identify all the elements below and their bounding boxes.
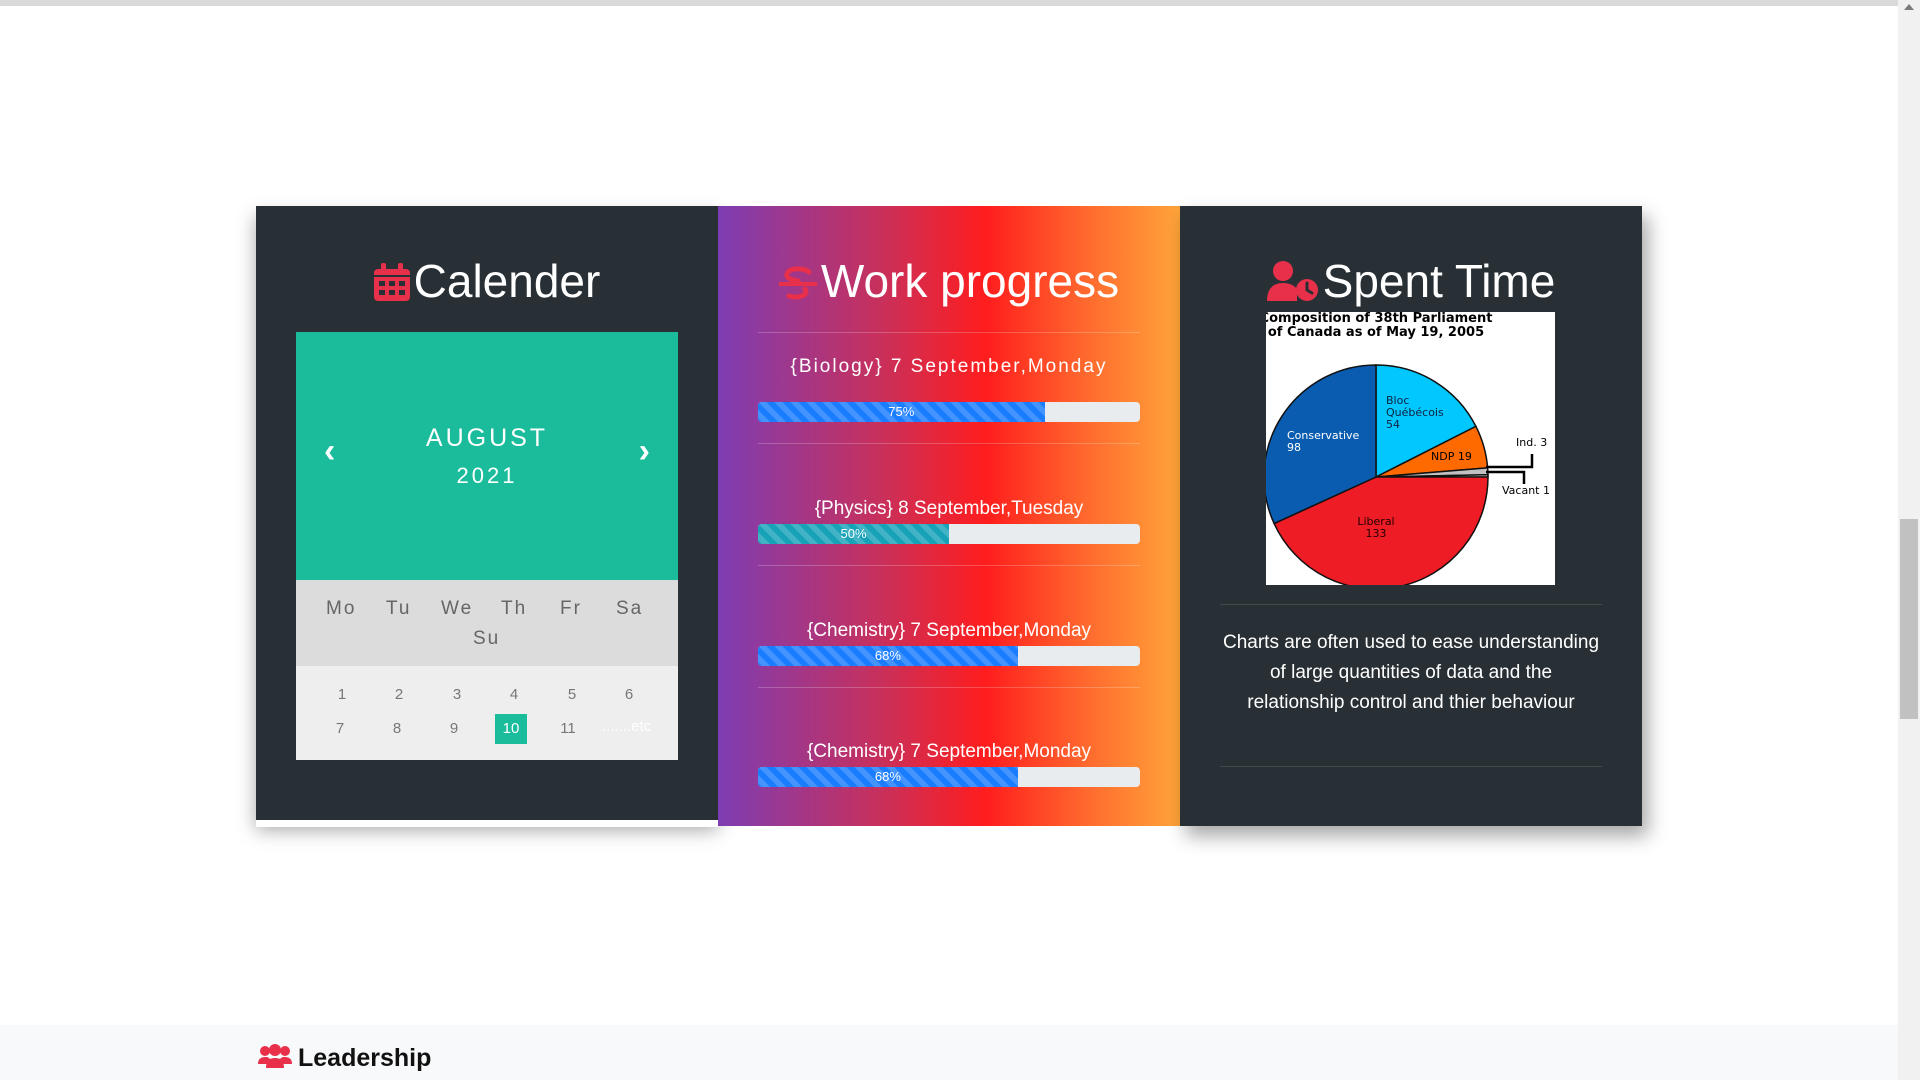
users-icon	[258, 1044, 292, 1075]
progress-label: {Chemistry} 7 September,Monday	[806, 741, 1092, 762]
spent-time-panel: Spent Time Composition of 38th Parliamen…	[1180, 206, 1642, 826]
next-month-button[interactable]: ›	[639, 432, 650, 471]
pie-label-conservative: 98	[1287, 441, 1301, 454]
progress-bar: 75%	[758, 402, 1140, 422]
more-days-text: .......etc	[602, 718, 652, 735]
calendar-title-text: Calender	[413, 255, 601, 307]
calendar-month: AUGUST	[425, 424, 549, 452]
user-clock-icon	[1266, 258, 1319, 312]
pie-label-leader	[1486, 454, 1534, 484]
spent-description: Charts are often used to ease understand…	[1222, 632, 1600, 713]
vertical-scrollbar[interactable]	[1898, 0, 1920, 1080]
day-cell[interactable]: 7	[324, 720, 356, 737]
weekday-label: Tu	[386, 598, 412, 619]
pie-slices	[1266, 364, 1489, 585]
chart-title-line: of Canada as of May 19, 2005	[1268, 325, 1484, 340]
day-cell[interactable]: 5	[556, 686, 588, 703]
leadership-heading: Leadership	[258, 1044, 431, 1075]
divider	[758, 565, 1140, 566]
calendar-days: 1 2 3 4 5 6 7 8 9 10 11 .......etc	[296, 666, 678, 760]
parliament-pie-chart: Composition of 38th Parliament of Canada…	[1266, 312, 1555, 585]
day-cell[interactable]: 1	[326, 686, 358, 703]
leadership-title: Leadership	[298, 1044, 432, 1073]
calendar-weekdays: Mo Tu We Th Fr Sa Su	[296, 580, 678, 666]
weekday-label: Mo	[326, 598, 357, 619]
weekday-label: Th	[501, 598, 528, 619]
day-cell[interactable]: 9	[438, 720, 470, 737]
scroll-up-arrow-icon[interactable]	[1904, 4, 1914, 10]
scroll-thumb[interactable]	[1900, 519, 1918, 719]
chart-title-line: Composition of 38th Parliament	[1266, 312, 1492, 326]
progress-fill: 68%	[758, 646, 1018, 666]
weekday-label: Sa	[616, 598, 644, 619]
weekday-label: We	[441, 598, 474, 619]
progress-fill: 75%	[758, 402, 1045, 422]
strikethrough-s-icon	[778, 258, 817, 312]
pie-label-ind: Ind. 3	[1516, 436, 1547, 449]
day-cell[interactable]: 8	[381, 720, 413, 737]
progress-label: {Chemistry} 7 September,Monday	[806, 620, 1092, 641]
spent-title: Spent Time	[1180, 254, 1642, 312]
progress-bar: 68%	[758, 767, 1140, 787]
weekday-label: Fr	[560, 598, 582, 619]
divider	[758, 332, 1140, 333]
divider	[758, 443, 1140, 444]
day-cell[interactable]: 2	[383, 686, 415, 703]
progress-title: Work progress	[718, 254, 1180, 312]
calendar-year: 2021	[456, 463, 518, 488]
divider	[758, 687, 1140, 688]
calendar-header: ‹ AUGUST 2021 ›	[296, 332, 678, 580]
calendar-panel: Calender ‹ AUGUST 2021 › Mo Tu We Th Fr …	[256, 206, 718, 827]
progress-fill: 68%	[758, 767, 1018, 787]
day-cell[interactable]: 11	[552, 720, 584, 737]
work-progress-panel: Work progress {Biology} 7 September,Mond…	[718, 206, 1180, 826]
calendar-title: Calender	[256, 254, 718, 312]
top-border	[0, 0, 1898, 6]
calendar-icon	[373, 258, 410, 312]
progress-fill: 50%	[758, 524, 949, 544]
pie-label-vacant: Vacant 1	[1502, 484, 1550, 497]
progress-bar: 50%	[758, 524, 1140, 544]
weekday-label: Su	[473, 628, 501, 649]
progress-label: {Physics} 8 September,Tuesday	[814, 498, 1084, 519]
pie-label-ndp: NDP 19	[1431, 450, 1472, 463]
progress-label: {Biology} 7 September,Monday	[790, 356, 1108, 377]
pie-label-bloc: 54	[1386, 418, 1400, 431]
progress-bar: 68%	[758, 646, 1140, 666]
day-cell[interactable]: 6	[613, 686, 645, 703]
day-cell[interactable]: 4	[498, 686, 530, 703]
day-cell-selected[interactable]: 10	[495, 714, 527, 744]
progress-title-text: Work progress	[820, 255, 1120, 307]
spent-title-text: Spent Time	[1322, 255, 1556, 307]
divider	[1220, 604, 1602, 605]
divider	[1220, 766, 1602, 767]
pie-label-liberal: 133	[1366, 527, 1387, 540]
day-cell[interactable]: 3	[441, 686, 473, 703]
